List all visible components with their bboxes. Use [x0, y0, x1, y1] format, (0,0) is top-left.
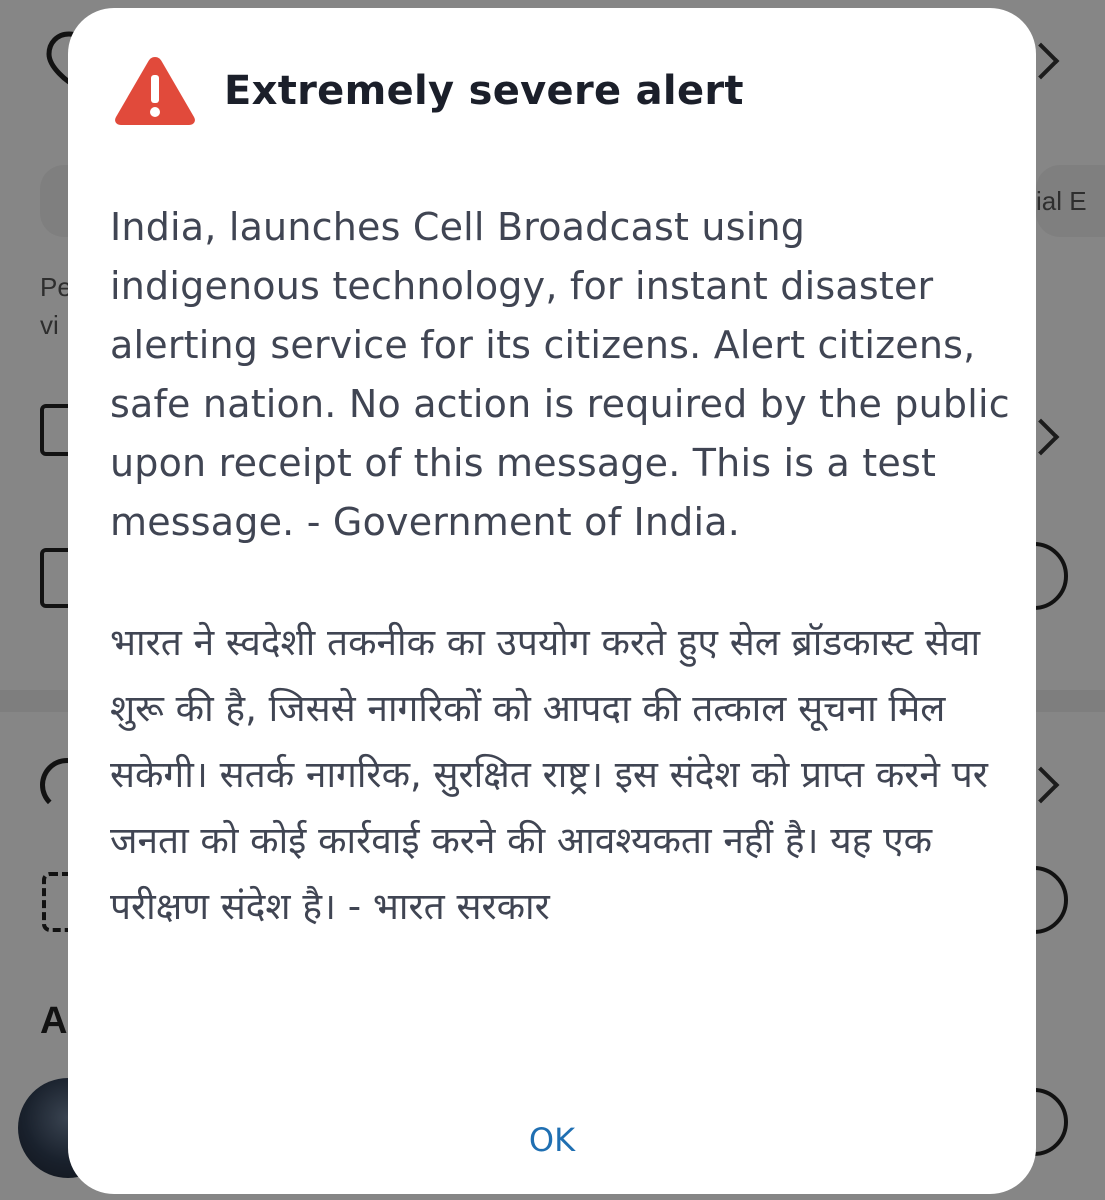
dialog-title: Extremely severe alert — [224, 68, 744, 114]
dialog-header: Extremely severe alert — [112, 48, 744, 134]
warning-triangle-icon — [115, 57, 195, 125]
alert-message-english: India, launches Cell Broadcast using ind… — [110, 205, 1010, 544]
alert-message-hindi: भारत ने स्वदेशी तकनीक का उपयोग करते हुए … — [110, 621, 988, 928]
dialog-body: India, launches Cell Broadcast using ind… — [110, 198, 1010, 940]
ok-button[interactable]: OK — [502, 1112, 602, 1168]
emergency-alert-dialog: Extremely severe alert India, launches C… — [68, 8, 1036, 1194]
